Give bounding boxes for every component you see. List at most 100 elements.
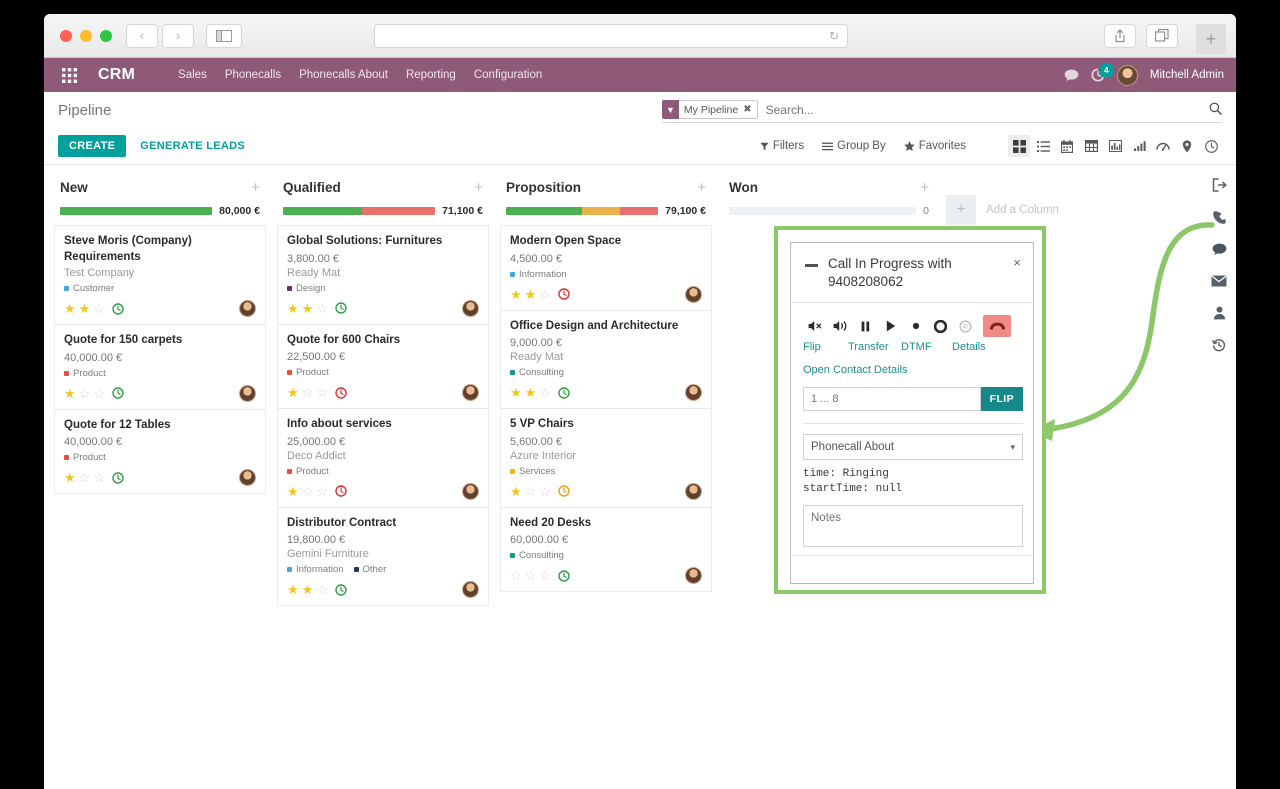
groupby-dropdown[interactable]: Group By bbox=[822, 140, 886, 152]
card-assignee-avatar[interactable] bbox=[462, 384, 479, 401]
priority-star[interactable]: ★ bbox=[287, 485, 299, 498]
priority-star[interactable]: ★ bbox=[525, 288, 537, 301]
phonecall-about-select[interactable]: Phonecall About ▾ bbox=[803, 434, 1023, 460]
window-traffic-lights[interactable] bbox=[60, 29, 112, 42]
priority-star[interactable]: ★ bbox=[64, 387, 76, 400]
search-facet-my-pipeline[interactable]: ▼ My Pipeline ✖ bbox=[662, 100, 758, 119]
view-activity-button[interactable] bbox=[1200, 135, 1222, 157]
quick-add-card-button[interactable]: + bbox=[474, 179, 483, 196]
sidebar-toggle-button[interactable] bbox=[206, 23, 242, 48]
activity-state-icon[interactable] bbox=[558, 386, 570, 399]
card-assignee-avatar[interactable] bbox=[462, 299, 479, 317]
card-priority[interactable]: ★ ☆ ☆ bbox=[287, 485, 328, 498]
transfer-action[interactable]: Transfer bbox=[848, 341, 901, 353]
nav-menu-phonecalls-about[interactable]: Phonecalls About bbox=[290, 58, 397, 92]
priority-star[interactable]: ★ bbox=[79, 302, 91, 315]
activity-state-icon[interactable] bbox=[558, 288, 570, 300]
progress-meter[interactable] bbox=[283, 207, 436, 215]
card-priority[interactable]: ★ ☆ ☆ bbox=[64, 471, 105, 484]
kanban-card[interactable]: Distributor Contract 19,800.00 € Gemini F… bbox=[278, 507, 488, 605]
card-priority[interactable]: ★ ☆ ☆ bbox=[510, 485, 551, 498]
priority-star[interactable]: ☆ bbox=[93, 387, 105, 400]
nav-menu-phonecalls[interactable]: Phonecalls bbox=[216, 58, 290, 92]
messages-button[interactable] bbox=[1064, 69, 1079, 82]
kanban-card[interactable]: Steve Moris (Company) Requirements Test … bbox=[55, 226, 265, 325]
quick-add-card-button[interactable]: + bbox=[697, 179, 706, 196]
kanban-card[interactable]: Modern Open Space 4,500.00 € Information… bbox=[501, 226, 711, 311]
card-assignee-avatar[interactable] bbox=[685, 285, 702, 303]
forward-button[interactable]: › bbox=[162, 23, 194, 48]
view-kanban-button[interactable] bbox=[1008, 135, 1030, 157]
breadcrumb[interactable]: Pipeline bbox=[58, 102, 111, 119]
priority-star[interactable]: ★ bbox=[510, 386, 522, 399]
progress-meter[interactable] bbox=[506, 207, 659, 215]
flip-action[interactable]: Flip bbox=[803, 341, 848, 353]
card-priority[interactable]: ☆ ☆ ☆ bbox=[510, 569, 551, 582]
minimize-window-button[interactable] bbox=[80, 29, 92, 42]
quick-add-card-button[interactable]: + bbox=[920, 179, 929, 196]
view-line-chart-button[interactable] bbox=[1128, 135, 1150, 157]
nav-menu-sales[interactable]: Sales bbox=[169, 58, 216, 92]
reload-icon[interactable]: ↻ bbox=[829, 29, 839, 43]
address-bar[interactable]: ↻ bbox=[374, 23, 848, 48]
card-assignee-avatar[interactable] bbox=[462, 482, 479, 500]
priority-star[interactable]: ☆ bbox=[316, 386, 328, 399]
progress-meter[interactable] bbox=[729, 207, 917, 215]
apps-menu-button[interactable] bbox=[52, 67, 86, 83]
create-button[interactable]: CREATE bbox=[58, 135, 127, 157]
card-priority[interactable]: ★ ☆ ☆ bbox=[287, 386, 328, 399]
priority-star[interactable]: ★ bbox=[287, 583, 299, 596]
activity-state-icon[interactable] bbox=[335, 302, 347, 314]
priority-star[interactable]: ☆ bbox=[525, 485, 537, 498]
priority-star[interactable]: ☆ bbox=[539, 288, 551, 301]
priority-star[interactable]: ★ bbox=[302, 302, 314, 315]
quick-add-card-button[interactable]: + bbox=[251, 179, 260, 196]
dtmf-action[interactable]: DTMF bbox=[901, 341, 952, 353]
add-column[interactable]: + Add a Column bbox=[946, 175, 1059, 225]
nav-menu-configuration[interactable]: Configuration bbox=[465, 58, 551, 92]
priority-star[interactable]: ★ bbox=[525, 386, 537, 399]
activity-button[interactable]: 4 bbox=[1091, 63, 1114, 82]
priority-star[interactable]: ☆ bbox=[79, 387, 91, 400]
hangup-button[interactable] bbox=[983, 315, 1011, 337]
contact-icon[interactable] bbox=[1213, 305, 1226, 321]
kanban-card[interactable]: Quote for 12 Tables 40,000.00 € Product … bbox=[55, 409, 265, 493]
card-priority[interactable]: ★ ☆ ☆ bbox=[64, 387, 105, 400]
card-priority[interactable]: ★ ★ ☆ bbox=[64, 302, 105, 315]
card-priority[interactable]: ★ ★ ☆ bbox=[287, 302, 328, 315]
kanban-column-title[interactable]: Won bbox=[729, 180, 758, 195]
new-tab-button[interactable]: + bbox=[1196, 24, 1226, 54]
nav-menu-reporting[interactable]: Reporting bbox=[397, 58, 465, 92]
card-assignee-avatar[interactable] bbox=[685, 482, 702, 500]
kanban-column-title[interactable]: Proposition bbox=[506, 180, 581, 195]
progress-meter[interactable] bbox=[60, 207, 213, 215]
priority-star[interactable]: ☆ bbox=[93, 471, 105, 484]
priority-star[interactable]: ☆ bbox=[539, 386, 551, 399]
add-column-button[interactable]: + bbox=[946, 195, 976, 225]
priority-star[interactable]: ★ bbox=[510, 288, 522, 301]
view-bar-chart-button[interactable] bbox=[1104, 135, 1126, 157]
record-icon[interactable] bbox=[903, 315, 928, 337]
view-calendar-button[interactable] bbox=[1056, 135, 1078, 157]
priority-star[interactable]: ★ bbox=[64, 302, 76, 315]
view-map-button[interactable] bbox=[1176, 135, 1198, 157]
kanban-card[interactable]: Quote for 600 Chairs 22,500.00 € Product… bbox=[278, 324, 488, 409]
kanban-column-title[interactable]: New bbox=[60, 180, 88, 195]
priority-star[interactable]: ☆ bbox=[302, 386, 314, 399]
activity-state-icon[interactable] bbox=[335, 583, 347, 596]
pause-icon[interactable] bbox=[853, 315, 878, 337]
stop-icon[interactable] bbox=[928, 315, 953, 337]
filters-dropdown[interactable]: Filters bbox=[760, 140, 804, 152]
card-assignee-avatar[interactable] bbox=[685, 384, 702, 401]
activity-state-icon[interactable] bbox=[335, 485, 347, 497]
kanban-card[interactable]: Quote for 150 carpets 40,000.00 € Produc… bbox=[55, 325, 265, 410]
back-button[interactable]: ‹ bbox=[126, 23, 158, 48]
play-icon[interactable] bbox=[878, 315, 903, 337]
avatar[interactable] bbox=[1116, 64, 1138, 86]
close-window-button[interactable] bbox=[60, 29, 72, 42]
share-button[interactable] bbox=[1104, 23, 1136, 48]
search-icon[interactable] bbox=[1209, 102, 1222, 118]
minimize-icon[interactable] bbox=[805, 264, 818, 267]
priority-star[interactable]: ☆ bbox=[302, 485, 314, 498]
priority-star[interactable]: ☆ bbox=[539, 569, 551, 582]
